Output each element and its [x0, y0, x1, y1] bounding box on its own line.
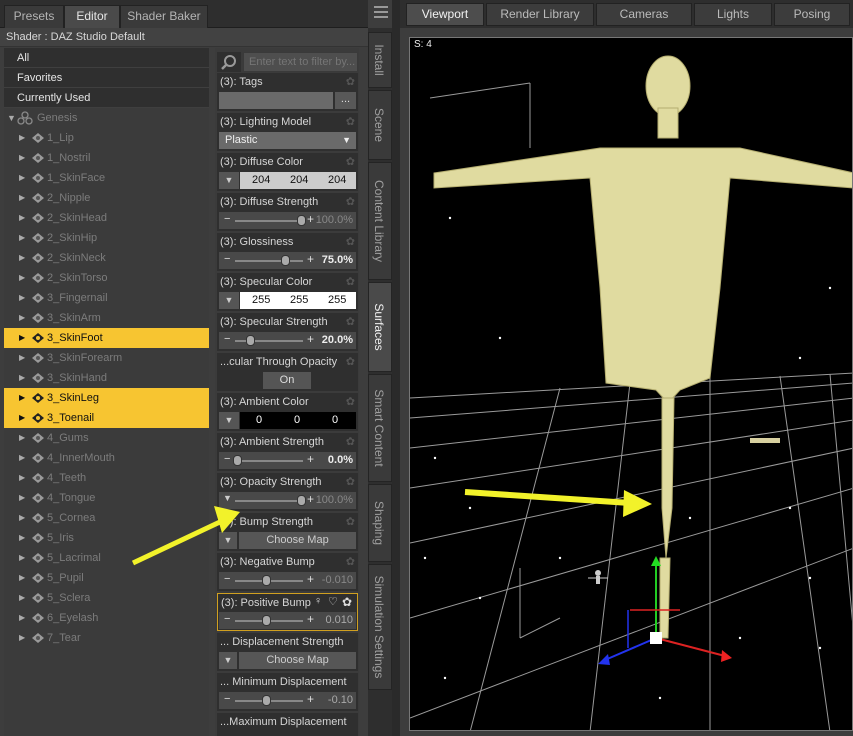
annotation-arrow-left [131, 506, 240, 566]
annotation-arrow-right [464, 489, 652, 517]
annotation-arrows [131, 489, 652, 566]
